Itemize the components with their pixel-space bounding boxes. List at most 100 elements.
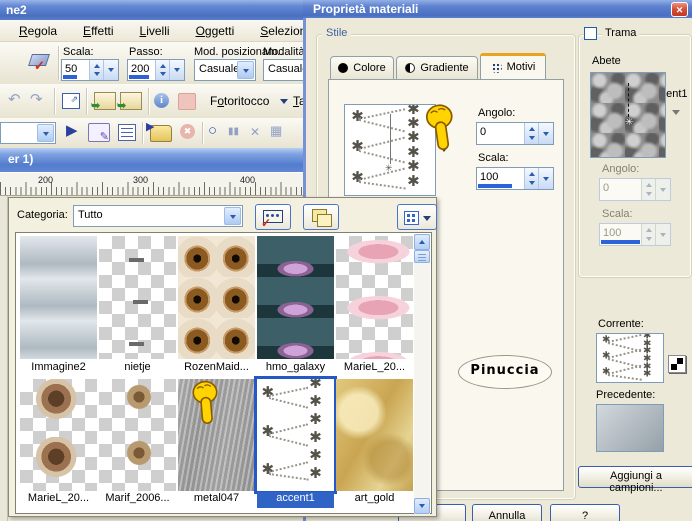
check-icon: ✓	[34, 58, 45, 74]
categoria-combobox[interactable]: Tutto	[73, 205, 243, 227]
previous-material-swatch[interactable]	[596, 404, 664, 452]
angolo-spinner[interactable]: 0	[476, 122, 554, 145]
menu-oggetti[interactable]: Oggetti	[183, 22, 248, 40]
tab-colore[interactable]: Colore	[330, 56, 394, 80]
cancel-script-icon[interactable]: ✕	[250, 123, 260, 141]
info-icon[interactable]: i	[154, 93, 169, 108]
scala-spinner[interactable]: 50	[61, 59, 119, 81]
stop-script-icon[interactable]: ✖	[180, 124, 195, 139]
categoria-value: Tutto	[78, 209, 224, 221]
pattern-label[interactable]: MarieL_20...	[20, 492, 97, 508]
scroll-down-icon[interactable]	[414, 498, 430, 514]
scrollbar-thumb[interactable]	[414, 250, 430, 263]
tab-label: Motivi	[507, 61, 536, 73]
angolo-value: 0	[480, 126, 486, 138]
green-arrow-icon: ➥	[117, 99, 126, 112]
menu-livelli[interactable]: Livelli	[127, 22, 183, 40]
check-icon: ✓	[261, 216, 271, 230]
pattern-label[interactable]: nietje	[99, 361, 176, 377]
dialog-titlebar[interactable]: Proprietà materiali ✕	[303, 0, 692, 18]
scroll-up-icon[interactable]	[414, 234, 430, 250]
app-title: ne2	[6, 3, 27, 17]
trama-label: Trama	[602, 27, 639, 39]
tab-motivi[interactable]: Motivi	[480, 53, 546, 80]
pattern-label[interactable]: metal047	[178, 492, 255, 508]
redo-icon[interactable]: ↷	[30, 91, 43, 109]
spin-up-down[interactable]	[155, 60, 169, 80]
spin-dropdown[interactable]	[538, 168, 553, 189]
pattern-thumb-accent1-selected[interactable]: ✱✱✱✱✱✱✱✱✱	[257, 379, 334, 491]
run-script-icon[interactable]: ▶	[150, 125, 172, 142]
pattern-thumb-hmo-galaxy[interactable]	[257, 236, 334, 359]
spin-up-down[interactable]	[89, 60, 103, 80]
open-image-icon[interactable]: ➥	[94, 92, 116, 110]
pattern-thumb-art-gold[interactable]	[336, 379, 413, 491]
edit-script-icon[interactable]: ✎	[88, 123, 110, 142]
scala-spinner[interactable]: 100	[476, 167, 554, 190]
script-output-icon[interactable]	[118, 124, 136, 141]
fotoritocco-menu[interactable]: Fotoritocco	[210, 94, 269, 108]
pattern-browser-panel: Categoria: Tutto ✓ Immagine2 nietje Roze…	[8, 197, 437, 517]
watermark-oval: Pinuccia	[458, 355, 552, 389]
pattern-label[interactable]: hmo_galaxy	[257, 361, 334, 377]
spin-up-down[interactable]	[524, 123, 538, 144]
trama-checkbox[interactable]	[584, 27, 597, 40]
pattern-label[interactable]: Marif_2006...	[99, 492, 176, 508]
pattern-thumb-rozenmaid[interactable]	[178, 236, 255, 359]
ruler-number: 400	[240, 175, 255, 185]
chevron-down-icon[interactable]	[280, 99, 288, 104]
scala-value: 50	[65, 63, 77, 75]
pattern-label[interactable]: MarieL_20...	[336, 361, 413, 377]
menu-regola[interactable]: Regola	[6, 22, 70, 40]
passo-spinner[interactable]: 200	[127, 59, 185, 81]
fit-window-icon[interactable]: ⇗	[62, 93, 80, 109]
presets-eraser-icon[interactable]: ✓	[28, 52, 52, 72]
spin-dropdown[interactable]	[169, 60, 184, 80]
pattern-thumb-nietje[interactable]	[99, 236, 176, 359]
spin-up-down[interactable]	[524, 168, 538, 189]
scala-label: Scala:	[478, 152, 509, 164]
spin-slider-bar	[478, 184, 512, 188]
transparency-checker-icon[interactable]	[668, 355, 686, 373]
save-script-icon[interactable]: ▦	[270, 122, 282, 140]
pattern-label[interactable]: Immagine2	[20, 361, 97, 377]
view-options-button[interactable]	[397, 204, 437, 230]
annulla-button[interactable]: Annulla	[472, 504, 542, 521]
chevron-down-icon[interactable]	[224, 207, 241, 225]
pattern-label[interactable]: art_gold	[336, 492, 413, 508]
scala-label: Scala:	[63, 46, 94, 58]
tab-gradiente[interactable]: Gradiente	[396, 56, 478, 80]
menu-effetti[interactable]: Effetti	[70, 22, 126, 40]
texture-dropdown-icon[interactable]	[672, 110, 680, 115]
help-button[interactable]: ?	[550, 504, 620, 521]
chevron-down-icon[interactable]	[37, 124, 54, 142]
ruler-number: 300	[133, 175, 148, 185]
learning-center-icon[interactable]	[178, 93, 196, 110]
pause-script-icon[interactable]: ▮▮	[228, 123, 239, 141]
pattern-icon	[491, 62, 502, 73]
spin-dropdown[interactable]	[538, 123, 553, 144]
pattern-thumb-immagine2[interactable]	[20, 236, 97, 359]
chevron-down-icon[interactable]	[237, 61, 254, 79]
corrente-label: Corrente:	[598, 318, 644, 330]
pattern-thumb-marif[interactable]	[99, 379, 176, 491]
script-combobox[interactable]	[0, 122, 56, 144]
vertical-scrollbar[interactable]	[414, 234, 430, 514]
pattern-thumbnails: Immagine2 nietje RozenMaid... hmo_galaxy…	[15, 232, 432, 514]
current-material-swatch[interactable]: ✱✱✱✱✱✱✱✱✱	[596, 333, 664, 383]
play-script-icon[interactable]: ▶	[66, 122, 78, 140]
browse-images-icon[interactable]: ➥	[120, 92, 142, 110]
pattern-thumb-mariel[interactable]	[336, 236, 413, 359]
edit-categories-button[interactable]: ✓	[255, 204, 291, 230]
pattern-thumb-mariel2[interactable]	[20, 379, 97, 491]
undo-icon[interactable]: ↶	[8, 91, 21, 109]
copy-files-button[interactable]	[303, 204, 339, 230]
modpos-combobox[interactable]: Casuale	[194, 59, 256, 81]
pattern-label[interactable]: RozenMaid...	[178, 361, 255, 377]
add-to-swatches-button[interactable]: Aggiungi a campioni...	[578, 466, 692, 488]
pattern-label-selected[interactable]: accent1	[257, 492, 334, 508]
record-script-icon[interactable]: ○	[208, 122, 217, 140]
spin-dropdown[interactable]	[103, 60, 118, 80]
texture-preview[interactable]	[590, 72, 666, 158]
close-icon[interactable]: ✕	[671, 2, 688, 17]
